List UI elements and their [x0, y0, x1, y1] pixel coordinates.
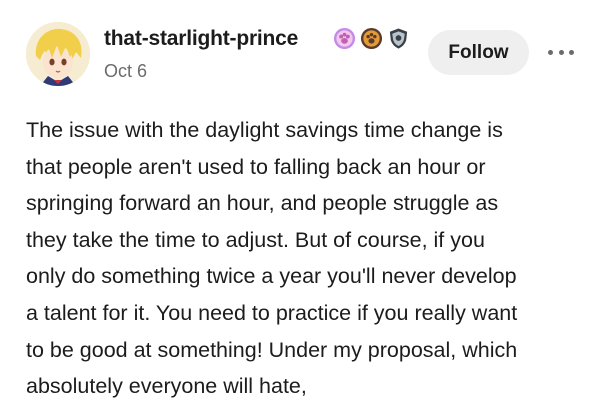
avatar-image [26, 22, 90, 86]
post-body-line: to be good at something! Under my propos… [26, 337, 518, 362]
post-body-line: absolutely everyone will hate, [26, 374, 307, 399]
post-body-line: that people aren't used to falling back … [26, 154, 486, 179]
ellipsis-icon [548, 49, 553, 55]
post-body-line: springing forward an hour, and people st… [26, 191, 499, 216]
post-body-line: a talent for it. You need to practice if… [26, 300, 518, 325]
paw-print-badge-icon[interactable] [360, 27, 383, 50]
author-username[interactable]: that-starlight-prince [104, 27, 298, 51]
badge-row [333, 27, 410, 50]
pink-heart-paw-badge-icon[interactable] [333, 27, 356, 50]
more-options-button[interactable] [544, 44, 578, 60]
follow-button[interactable]: Follow [428, 30, 529, 75]
post-card: that-starlight-prince Oct 6 Follow The i… [0, 0, 600, 402]
post-body-line: only do something twice a year you'll ne… [26, 264, 517, 289]
gray-shield-badge-icon[interactable] [387, 27, 410, 50]
ellipsis-icon [569, 49, 574, 55]
post-body-line: The issue with the daylight savings time… [26, 118, 503, 142]
post-date: Oct 6 [104, 61, 148, 81]
avatar[interactable] [26, 22, 90, 86]
post-body-line: they take the time to adjust. But of cou… [26, 227, 485, 252]
ellipsis-icon [558, 49, 564, 55]
post-body: The issue with the daylight savings time… [26, 112, 594, 402]
